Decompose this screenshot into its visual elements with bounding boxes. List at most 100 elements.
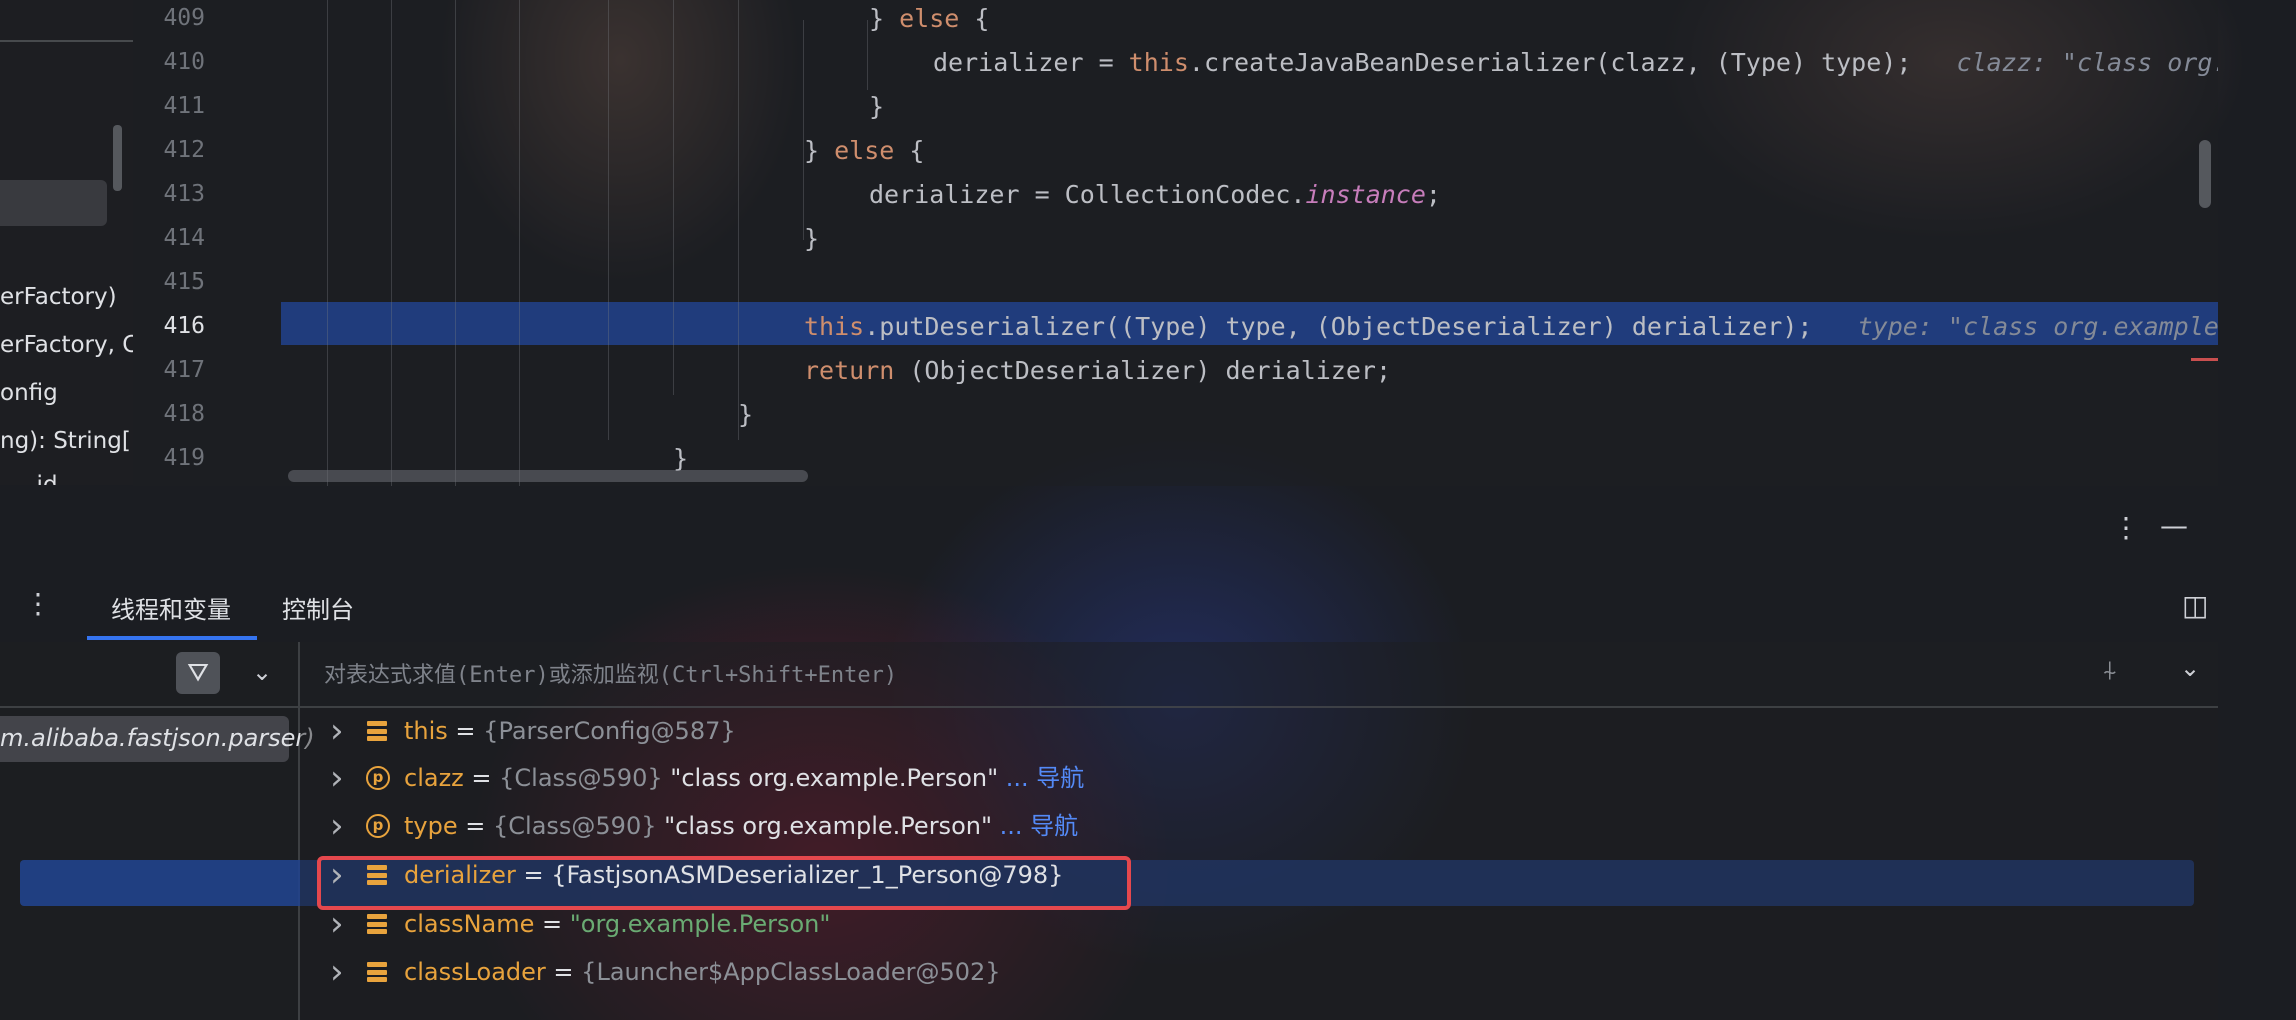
indent-guide xyxy=(867,20,868,90)
navigate-link[interactable]: ... 导航 xyxy=(992,812,1079,840)
chevron-right-icon[interactable]: › xyxy=(330,708,344,754)
indent-guide xyxy=(455,0,456,486)
code-line: } else { xyxy=(869,0,989,41)
stack-frame-item[interactable]: m.alibaba.fastjson.parser) xyxy=(0,716,315,762)
error-stripe-marker[interactable] xyxy=(2191,358,2218,361)
layout-icon[interactable]: ◫ xyxy=(2182,592,2208,620)
variable-name: type xyxy=(404,812,458,840)
minimize-icon[interactable]: — xyxy=(2160,512,2188,540)
chevron-right-icon[interactable]: › xyxy=(330,803,344,849)
variable-type: {Class@590} xyxy=(499,764,663,792)
tab-console[interactable]: 控制台 xyxy=(282,590,354,625)
code-token: else xyxy=(899,4,960,33)
code-token: } xyxy=(869,4,900,33)
project-scrollbar[interactable] xyxy=(113,125,122,191)
variable-type: {ParserConfig@587} xyxy=(483,717,736,745)
annotation-highlight-box xyxy=(317,856,1131,910)
code-token: derializer = CollectionCodec. xyxy=(869,180,1306,209)
code-token: this xyxy=(804,312,865,341)
code-line: this.putDeserializer((Type) type, (Objec… xyxy=(804,305,2218,349)
editor-horizontal-scrollbar[interactable] xyxy=(288,470,808,482)
field-icon xyxy=(366,719,390,743)
navigate-link[interactable]: ... 导航 xyxy=(998,764,1085,792)
indent-guide xyxy=(327,0,328,486)
code-token: this xyxy=(1128,48,1189,77)
code-token: .putDeserializer((Type) type, (ObjectDes… xyxy=(864,312,1813,341)
line-number[interactable]: 413 xyxy=(133,181,205,207)
indent-guide xyxy=(608,0,609,440)
project-item[interactable]: onfig xyxy=(0,380,58,406)
variable-equals: = xyxy=(447,717,484,745)
code-token: derializer = xyxy=(933,48,1129,77)
parameter-icon: p xyxy=(366,814,390,838)
line-number[interactable]: 415 xyxy=(133,269,205,295)
filter-button[interactable]: ⛛ xyxy=(176,652,220,694)
chevron-right-icon[interactable]: › xyxy=(330,755,344,801)
filter-icon: ⛛ xyxy=(187,658,209,688)
code-token: (ObjectDeserializer) derializer; xyxy=(894,356,1392,385)
line-number[interactable]: 416 xyxy=(133,313,205,339)
code-line: } xyxy=(804,217,819,261)
line-number[interactable]: 410 xyxy=(133,49,205,75)
project-item[interactable]: erFactory) xyxy=(0,284,117,310)
line-number[interactable]: 412 xyxy=(133,137,205,163)
variable-name: classLoader xyxy=(404,958,546,986)
active-tab-indicator xyxy=(87,636,257,640)
code-token: { xyxy=(894,136,925,165)
code-token: { xyxy=(959,4,990,33)
project-item[interactable]: ng): String[] xyxy=(0,428,133,454)
code-token: else xyxy=(834,136,895,165)
chevron-down-icon[interactable]: ⌄ xyxy=(2180,656,2200,680)
code-token: } xyxy=(869,92,885,121)
indent-guide xyxy=(673,0,674,395)
variable-equals: = xyxy=(457,812,493,840)
code-token: } xyxy=(673,444,689,473)
code-line: } xyxy=(869,85,884,129)
field-icon xyxy=(366,912,390,936)
code-editor[interactable]: 409 410 411 412 413 414 415 416 417 418 419 } else… xyxy=(133,0,2218,486)
code-token: } xyxy=(804,224,820,253)
variable-type: {Class@590} xyxy=(493,812,657,840)
variable-value: "class org.example.Person" xyxy=(670,764,999,792)
project-item[interactable]: , ...id xyxy=(0,472,58,485)
line-number[interactable]: 414 xyxy=(133,225,205,251)
variable-row-type[interactable]: › p type = {Class@590} "class org.example.… xyxy=(300,803,2218,849)
evaluate-expression-bar: ⍭ ⌄ xyxy=(300,642,2218,708)
code-token: return xyxy=(804,356,895,385)
add-watch-icon[interactable]: ⍭ xyxy=(2102,658,2118,684)
chevron-right-icon[interactable]: › xyxy=(330,949,344,995)
variable-type: {Launcher$AppClassLoader@502} xyxy=(581,958,1001,986)
more-options-icon[interactable]: ⋮ xyxy=(2112,514,2140,542)
line-number[interactable]: 417 xyxy=(133,357,205,383)
line-number[interactable]: 418 xyxy=(133,401,205,427)
project-divider xyxy=(0,40,133,42)
variable-name: this xyxy=(404,717,448,745)
code-token: ; xyxy=(1425,180,1441,209)
line-number[interactable]: 419 xyxy=(133,445,205,471)
inline-debug-hint: clazz: "class org.exam xyxy=(1956,48,2218,77)
project-item[interactable]: erFactory, Cl xyxy=(0,332,133,358)
line-number[interactable]: 409 xyxy=(133,5,205,31)
variable-value: "class org.example.Person" xyxy=(664,812,992,840)
parameter-icon: p xyxy=(366,766,390,790)
project-selected-item[interactable] xyxy=(0,180,107,226)
code-line: } xyxy=(738,393,753,437)
code-line: derializer = CollectionCodec.instance; xyxy=(869,173,1441,217)
line-number[interactable]: 411 xyxy=(133,93,205,119)
variable-equals: = xyxy=(534,910,570,938)
more-tabs-icon[interactable]: ⋮ xyxy=(24,590,52,618)
editor-vertical-scrollbar[interactable] xyxy=(2199,140,2211,208)
tab-threads-variables[interactable]: 线程和变量 xyxy=(111,590,231,625)
indent-guide xyxy=(519,0,520,486)
variable-equals: = xyxy=(463,764,500,792)
field-icon xyxy=(366,960,390,984)
chevron-down-icon[interactable]: ⌄ xyxy=(252,660,272,684)
variable-row-this[interactable]: › this = {ParserConfig@587} xyxy=(300,708,2218,754)
line-number-gutter[interactable]: 409 410 411 412 413 414 415 416 417 418 419 xyxy=(133,0,281,486)
code-token: } xyxy=(738,400,754,429)
variable-row-classloader[interactable]: › classLoader = {Launcher$AppClassLoader@… xyxy=(300,949,2218,995)
inline-debug-hint: type: "class org.example.Per xyxy=(1857,312,2218,341)
code-token: createJavaBeanDeserializer xyxy=(1203,48,1596,77)
variable-row-clazz[interactable]: › p clazz = {Class@590} "class org.example… xyxy=(300,755,2218,801)
evaluate-expression-input[interactable] xyxy=(322,656,1826,694)
